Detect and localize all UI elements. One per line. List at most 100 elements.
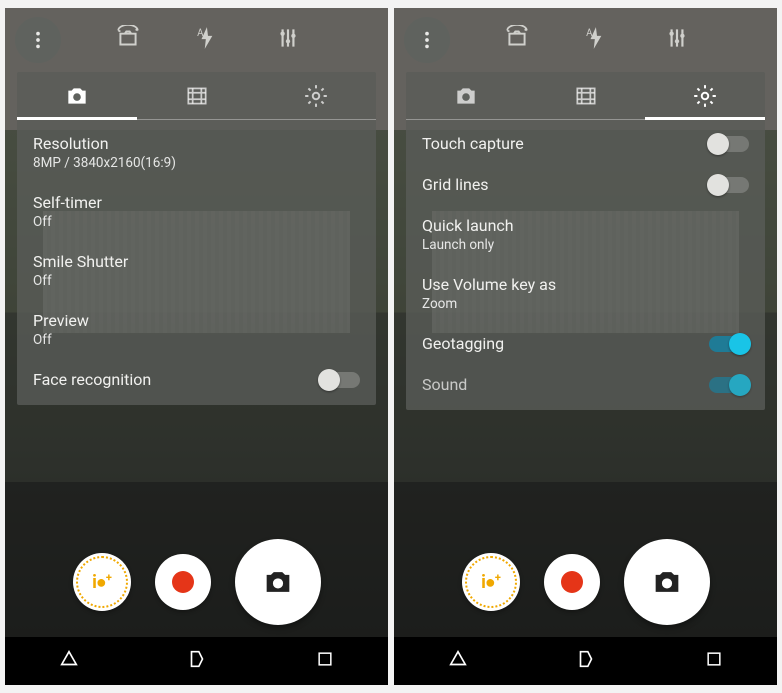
- setting-label: Preview: [33, 311, 89, 330]
- setting-label: Touch capture: [422, 134, 524, 153]
- tab-general[interactable]: [256, 72, 376, 119]
- setting-value: Off: [33, 214, 102, 230]
- setting-preview[interactable]: Preview Off: [17, 301, 376, 360]
- android-nav-bar: [5, 637, 388, 685]
- camera-icon: [261, 565, 295, 599]
- mode-badge: i●+: [481, 571, 500, 593]
- flash-mode-button[interactable]: A: [195, 25, 221, 55]
- recent-icon: [315, 649, 335, 669]
- more-vertical-icon: [27, 29, 49, 51]
- shutter-button[interactable]: [235, 539, 321, 625]
- more-options-button[interactable]: [404, 17, 450, 63]
- capture-mode-button[interactable]: i●+: [73, 553, 131, 611]
- tab-video[interactable]: [137, 72, 257, 119]
- recent-icon: [704, 649, 724, 669]
- settings-panel: Touch capture Grid lines Quick launch La…: [406, 72, 765, 410]
- setting-sound[interactable]: Sound: [406, 365, 765, 406]
- setting-volume-key[interactable]: Use Volume key as Zoom: [406, 265, 765, 324]
- home-icon: [186, 648, 208, 670]
- bottom-action-bar: i●+: [394, 527, 777, 637]
- shutter-button[interactable]: [624, 539, 710, 625]
- setting-label: Geotagging: [422, 334, 504, 353]
- setting-quick-launch[interactable]: Quick launch Launch only: [406, 206, 765, 265]
- auto-flash-icon: A: [584, 25, 610, 51]
- film-icon: [573, 83, 599, 109]
- face-recognition-toggle[interactable]: [320, 372, 360, 388]
- switch-camera-button[interactable]: [504, 25, 530, 55]
- record-button[interactable]: [544, 554, 600, 610]
- flash-mode-button[interactable]: A: [584, 25, 610, 55]
- settings-panel: Resolution 8MP / 3840x2160(16:9) Self-ti…: [17, 72, 376, 405]
- tab-video[interactable]: [526, 72, 646, 119]
- record-button[interactable]: [155, 554, 211, 610]
- more-vertical-icon: [416, 29, 438, 51]
- setting-value: 8MP / 3840x2160(16:9): [33, 155, 176, 171]
- tab-photo[interactable]: [17, 72, 137, 119]
- back-icon: [447, 648, 469, 670]
- more-options-button[interactable]: [15, 17, 61, 63]
- sliders-icon: [275, 25, 301, 51]
- setting-grid-lines[interactable]: Grid lines: [406, 165, 765, 206]
- gear-icon: [303, 83, 329, 109]
- switch-camera-icon: [504, 25, 530, 51]
- record-icon: [172, 571, 194, 593]
- setting-value: Off: [33, 332, 89, 348]
- camera-icon: [453, 83, 479, 109]
- setting-smile-shutter[interactable]: Smile Shutter Off: [17, 242, 376, 301]
- setting-label: Grid lines: [422, 175, 489, 194]
- nav-home-button[interactable]: [186, 648, 208, 674]
- mode-badge: i●+: [92, 571, 111, 593]
- touch-capture-toggle[interactable]: [709, 136, 749, 152]
- top-toolbar: A: [394, 8, 777, 72]
- switch-camera-icon: [115, 25, 141, 51]
- tab-general[interactable]: [645, 72, 765, 119]
- svg-text:A: A: [586, 28, 593, 39]
- geotagging-toggle[interactable]: [709, 336, 749, 352]
- grid-lines-toggle[interactable]: [709, 177, 749, 193]
- setting-face-recognition[interactable]: Face recognition: [17, 360, 376, 401]
- setting-label: Face recognition: [33, 370, 151, 389]
- phone-screenshot-left: A: [5, 8, 388, 685]
- setting-touch-capture[interactable]: Touch capture: [406, 124, 765, 165]
- sound-toggle[interactable]: [709, 377, 749, 393]
- gear-icon: [692, 83, 718, 109]
- capture-mode-button[interactable]: i●+: [462, 553, 520, 611]
- tab-photo[interactable]: [406, 72, 526, 119]
- nav-back-button[interactable]: [58, 648, 80, 674]
- setting-value: Off: [33, 273, 128, 289]
- setting-geotagging[interactable]: Geotagging: [406, 324, 765, 365]
- setting-label: Quick launch: [422, 216, 514, 235]
- setting-label: Resolution: [33, 134, 176, 153]
- setting-label: Sound: [422, 375, 467, 394]
- adjustments-button[interactable]: [275, 25, 301, 55]
- home-icon: [575, 648, 597, 670]
- setting-resolution[interactable]: Resolution 8MP / 3840x2160(16:9): [17, 124, 376, 183]
- svg-text:A: A: [197, 28, 204, 39]
- settings-tabs: [17, 72, 376, 120]
- film-icon: [184, 83, 210, 109]
- setting-label: Use Volume key as: [422, 275, 556, 294]
- nav-recent-button[interactable]: [704, 649, 724, 673]
- camera-icon: [64, 83, 90, 109]
- sliders-icon: [664, 25, 690, 51]
- setting-self-timer[interactable]: Self-timer Off: [17, 183, 376, 242]
- camera-icon: [650, 565, 684, 599]
- nav-recent-button[interactable]: [315, 649, 335, 673]
- setting-value: Zoom: [422, 296, 556, 312]
- adjustments-button[interactable]: [664, 25, 690, 55]
- settings-rows: Resolution 8MP / 3840x2160(16:9) Self-ti…: [17, 120, 376, 405]
- nav-home-button[interactable]: [575, 648, 597, 674]
- setting-label: Smile Shutter: [33, 252, 128, 271]
- setting-label: Self-timer: [33, 193, 102, 212]
- settings-tabs: [406, 72, 765, 120]
- phone-screenshot-right: A: [394, 8, 777, 685]
- android-nav-bar: [394, 637, 777, 685]
- settings-rows: Touch capture Grid lines Quick launch La…: [406, 120, 765, 410]
- auto-flash-icon: A: [195, 25, 221, 51]
- setting-value: Launch only: [422, 237, 514, 253]
- top-toolbar: A: [5, 8, 388, 72]
- switch-camera-button[interactable]: [115, 25, 141, 55]
- record-icon: [561, 571, 583, 593]
- bottom-action-bar: i●+: [5, 527, 388, 637]
- nav-back-button[interactable]: [447, 648, 469, 674]
